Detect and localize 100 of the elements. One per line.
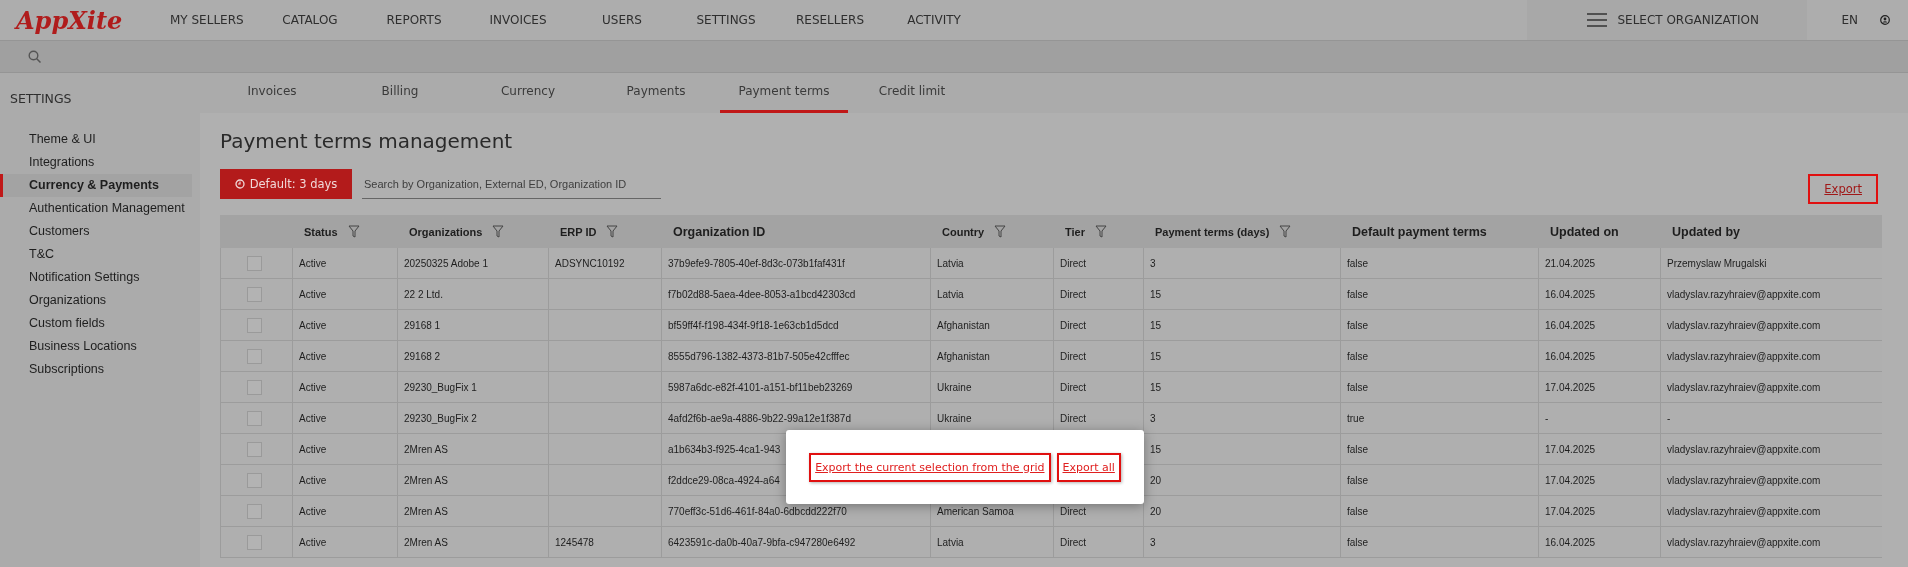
filter-icon[interactable]	[347, 225, 360, 238]
table-cell: 15	[1143, 310, 1340, 341]
tab[interactable]: Payment terms	[720, 73, 848, 113]
table-cell: Active	[292, 341, 397, 372]
organization-selector[interactable]: SELECT ORGANIZATION	[1527, 0, 1808, 40]
nav-item[interactable]: SETTINGS	[686, 13, 766, 27]
column-header: Organization ID	[673, 224, 766, 239]
row-checkbox[interactable]	[247, 348, 262, 364]
row-checkbox[interactable]	[247, 379, 262, 395]
table-cell: Ukraine	[930, 372, 1053, 403]
filter-icon[interactable]	[492, 225, 505, 238]
table-cell: vladyslav.razyhraiev@appxite.com	[1660, 372, 1882, 403]
tab[interactable]: Payments	[592, 73, 720, 113]
row-checkbox[interactable]	[247, 503, 262, 519]
table-cell: Afghanistan	[930, 310, 1053, 341]
table-cell: 5987a6dc-e82f-4101-a151-bf11beb23269	[661, 372, 930, 403]
sidebar-item[interactable]: Business Locations	[0, 335, 192, 358]
menu-icon	[1587, 13, 1608, 27]
table-cell: 17.04.2025	[1538, 372, 1660, 403]
table-cell: Active	[292, 434, 397, 465]
sidebar-item[interactable]: Integrations	[0, 151, 192, 174]
clock-icon	[234, 179, 245, 189]
nav-item[interactable]: ACTIVITY	[894, 13, 974, 27]
row-checkbox[interactable]	[247, 255, 262, 271]
table-cell: 2Mren AS	[397, 496, 548, 527]
search-field[interactable]: Search by Organization, External ED, Organization ID	[362, 169, 661, 199]
table-cell: vladyslav.razyhraiev@appxite.com	[1660, 527, 1882, 558]
row-checkbox[interactable]	[247, 317, 262, 333]
table-cell: 15	[1143, 279, 1340, 310]
table-cell: 17.04.2025	[1538, 434, 1660, 465]
language-selector[interactable]: EN	[1841, 13, 1858, 27]
tab[interactable]: Invoices	[208, 73, 336, 113]
table-cell: Active	[292, 310, 397, 341]
table-cell: false	[1340, 527, 1538, 558]
sidebar-item[interactable]: T&C	[0, 243, 192, 266]
table-cell: 20250325 Adobe 1	[397, 248, 548, 279]
table-cell: false	[1340, 434, 1538, 465]
nav-item[interactable]: REPORTS	[374, 13, 454, 27]
column-header: Status	[304, 225, 338, 238]
sidebar-item[interactable]: Customers	[0, 220, 192, 243]
table-cell: false	[1340, 279, 1538, 310]
sidebar-item[interactable]: Notification Settings	[0, 266, 192, 289]
search-icon[interactable]	[28, 50, 41, 63]
column-header: Country	[942, 225, 985, 238]
table-cell: Afghanistan	[930, 341, 1053, 372]
table-cell: 29230_BugFix 2	[397, 403, 548, 434]
row-checkbox[interactable]	[247, 286, 262, 302]
table-cell: 8555d796-1382-4373-81b7-505e42cfffec	[661, 341, 930, 372]
table-cell: 37b9efe9-7805-40ef-8d3c-073b1faf431f	[661, 248, 930, 279]
tab[interactable]: Currency	[464, 73, 592, 113]
table-cell: Active	[292, 372, 397, 403]
filter-icon[interactable]	[1095, 225, 1107, 238]
tab[interactable]: Billing	[336, 73, 464, 113]
sidebar-item[interactable]: Authentication Management	[0, 197, 192, 220]
row-checkbox[interactable]	[247, 441, 262, 457]
export-option-link[interactable]: Export the current selection from the grid	[809, 452, 1051, 482]
nav-item[interactable]: RESELLERS	[790, 13, 870, 27]
table-cell: 6423591c-da0b-40a7-9bfa-c947280e6492	[661, 527, 930, 558]
export-link[interactable]: Export	[1808, 174, 1878, 204]
sidebar-item[interactable]: Organizations	[0, 289, 192, 312]
table-cell: 16.04.2025	[1538, 527, 1660, 558]
tab[interactable]: Credit limit	[848, 73, 976, 113]
filter-icon[interactable]	[994, 225, 1007, 238]
table-cell: -	[1660, 403, 1882, 434]
table-cell: false	[1340, 496, 1538, 527]
user-icon[interactable]	[1880, 15, 1890, 25]
filter-icon[interactable]	[1279, 225, 1292, 238]
table-cell: 17.04.2025	[1538, 465, 1660, 496]
table-cell: 21.04.2025	[1538, 248, 1660, 279]
table-cell: Direct	[1053, 341, 1143, 372]
nav-item[interactable]: MY SELLERS	[166, 13, 246, 27]
table-cell: 3	[1143, 403, 1340, 434]
row-checkbox[interactable]	[247, 472, 262, 488]
sidebar-item[interactable]: Currency & Payments	[0, 174, 192, 197]
table-cell: 29168 2	[397, 341, 548, 372]
table-cell: Latvia	[930, 527, 1053, 558]
nav-item[interactable]: INVOICES	[478, 13, 558, 27]
row-checkbox[interactable]	[247, 534, 262, 550]
table-cell: 2Mren AS	[397, 527, 548, 558]
nav-item[interactable]: CATALOG	[270, 13, 350, 27]
filter-icon[interactable]	[606, 225, 619, 238]
table-cell: false	[1340, 248, 1538, 279]
column-header: Updated by	[1672, 224, 1741, 239]
default-terms-button[interactable]: Default: 3 days	[220, 169, 352, 199]
table-cell: bf59ff4f-f198-434f-9f18-1e63cb1d5dcd	[661, 310, 930, 341]
sidebar-item[interactable]: Subscriptions	[0, 358, 192, 381]
table-cell: Active	[292, 527, 397, 558]
column-header: Tier	[1065, 225, 1085, 238]
table-cell: vladyslav.razyhraiev@appxite.com	[1660, 434, 1882, 465]
nav-item[interactable]: USERS	[582, 13, 662, 27]
table-cell: Latvia	[930, 248, 1053, 279]
table-cell: false	[1340, 465, 1538, 496]
table-cell: Active	[292, 279, 397, 310]
row-checkbox[interactable]	[247, 410, 262, 426]
table-cell: ADSYNC10192	[548, 248, 661, 279]
export-option-link[interactable]: Export all	[1056, 452, 1121, 482]
table-cell: Active	[292, 465, 397, 496]
sidebar-item[interactable]: Custom fields	[0, 312, 192, 335]
table-cell: Direct	[1053, 372, 1143, 403]
sidebar-item[interactable]: Theme & UI	[0, 128, 192, 151]
